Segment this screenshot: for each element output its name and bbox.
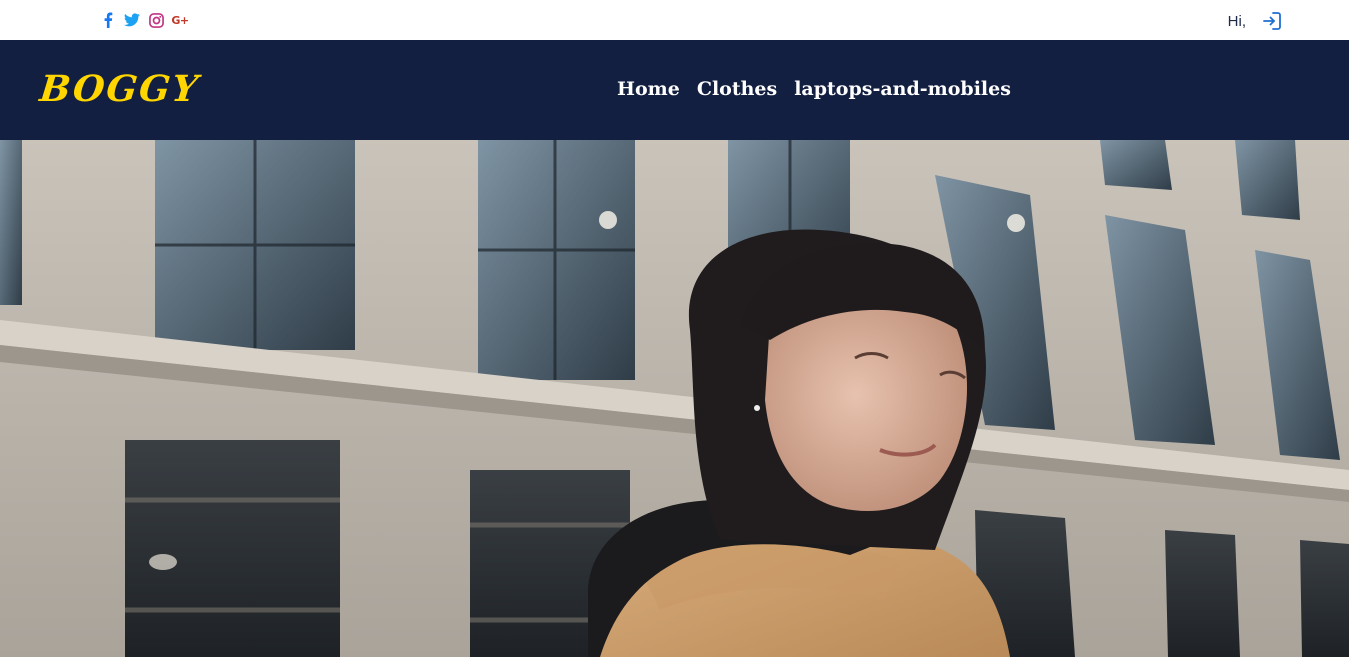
nav-link-home[interactable]: Home <box>617 78 680 100</box>
twitter-icon[interactable] <box>124 12 140 28</box>
top-bar: G+ Hi, <box>0 0 1349 40</box>
hero-photo <box>0 140 1349 657</box>
google-plus-label: G+ <box>171 13 189 27</box>
brand-logo[interactable]: BOGGY <box>38 68 202 110</box>
nav-link-clothes[interactable]: Clothes <box>697 78 777 100</box>
social-links: G+ <box>100 12 189 28</box>
nav-links: Home Clothes laptops-and-mobiles <box>617 78 1011 100</box>
instagram-icon[interactable] <box>148 12 164 28</box>
main-navbar: BOGGY Home Clothes laptops-and-mobiles <box>0 40 1349 140</box>
nav-link-laptops-and-mobiles[interactable]: laptops-and-mobiles <box>794 78 1011 100</box>
google-plus-icon[interactable]: G+ <box>171 12 189 28</box>
facebook-icon[interactable] <box>100 12 116 28</box>
sign-in-icon[interactable] <box>1262 11 1282 31</box>
user-area: Hi, <box>1228 11 1282 31</box>
greeting-text: Hi, <box>1227 12 1246 30</box>
